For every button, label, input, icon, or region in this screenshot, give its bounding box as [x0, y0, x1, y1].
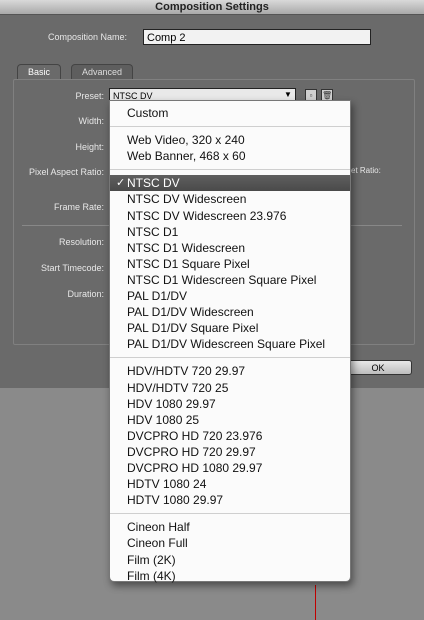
menu-item[interactable]: PAL D1/DV Square Pixel [110, 320, 350, 336]
tab-basic[interactable]: Basic [17, 64, 62, 80]
window-title: Composition Settings [0, 0, 424, 15]
menu-item-label: DVCPRO HD 720 29.97 [127, 444, 256, 459]
menu-item[interactable]: HDTV 1080 29.97 [110, 492, 350, 508]
menu-item[interactable]: NTSC D1 Square Pixel [110, 256, 350, 272]
height-label: Height: [75, 142, 104, 152]
menu-separator [110, 168, 350, 170]
menu-item[interactable]: HDV 1080 25 [110, 412, 350, 428]
menu-item[interactable]: Film (2K) [110, 552, 350, 568]
menu-item[interactable]: Web Video, 320 x 240 [110, 132, 350, 148]
menu-item-label: NTSC DV [127, 176, 180, 191]
menu-item-label: HDV/HDTV 720 29.97 [127, 364, 246, 379]
menu-item-label: NTSC DV Widescreen 23.976 [127, 208, 287, 223]
start-timecode-label: Start Timecode: [40, 263, 104, 273]
pixel-aspect-ratio-label: Pixel Aspect Ratio: [28, 167, 104, 177]
preset-label: Preset: [75, 91, 104, 101]
menu-item[interactable]: Cineon Full [110, 535, 350, 551]
frame-rate-label: Frame Rate: [53, 202, 104, 212]
chevron-down-icon: ▼ [284, 90, 292, 99]
menu-item[interactable]: NTSC D1 [110, 224, 350, 240]
menu-item[interactable]: NTSC DV Widescreen [110, 191, 350, 207]
menu-item[interactable]: DVCPRO HD 720 29.97 [110, 444, 350, 460]
menu-item[interactable]: PAL D1/DV [110, 288, 350, 304]
tab-advanced[interactable]: Advanced [71, 64, 134, 80]
menu-item-label: Custom [127, 106, 169, 120]
menu-item-label: DVCPRO HD 720 23.976 [127, 428, 263, 443]
width-label: Width: [78, 116, 104, 126]
menu-item[interactable]: Web Banner, 468 x 60 [110, 148, 350, 164]
menu-item[interactable]: NTSC D1 Widescreen [110, 240, 350, 256]
menu-item[interactable]: HDV/HDTV 720 25 [110, 380, 350, 396]
menu-item-label: Web Banner, 468 x 60 [127, 149, 246, 164]
checkmark-icon: ✓ [116, 177, 126, 190]
menu-item-label: NTSC D1 Widescreen [127, 240, 246, 255]
menu-item[interactable]: HDV 1080 29.97 [110, 396, 350, 412]
menu-item-label: PAL D1/DV Square Pixel [127, 321, 259, 336]
resolution-label: Resolution: [58, 237, 104, 247]
menu-item[interactable]: HDTV 1080 24 [110, 476, 350, 492]
ok-button[interactable]: OK [344, 360, 412, 375]
time-indicator-line [315, 585, 316, 620]
menu-item-label: NTSC D1 [127, 224, 179, 239]
composition-name-input[interactable]: Comp 2 [143, 29, 371, 45]
menu-separator [110, 356, 350, 358]
menu-item-label: Cineon Full [127, 536, 188, 551]
menu-item[interactable]: PAL D1/DV Widescreen Square Pixel [110, 336, 350, 352]
preset-dropdown-menu: Custom Web Video, 320 x 240 Web Banner, 46… [109, 100, 351, 584]
menu-item-label: NTSC DV Widescreen [127, 192, 247, 207]
menu-item-label: HDV 1080 29.97 [127, 396, 216, 411]
menu-item[interactable]: NTSC DV Widescreen 23.976 [110, 208, 350, 224]
menu-item-label: HDTV 1080 29.97 [127, 493, 224, 508]
menu-item-label: HDV/HDTV 720 25 [127, 380, 229, 395]
menu-item-label: PAL D1/DV Widescreen Square Pixel [127, 337, 326, 352]
menu-item-label: DVCPRO HD 1080 29.97 [127, 461, 263, 475]
menu-item-label: Cineon Half [127, 520, 190, 535]
menu-item-label: NTSC D1 Square Pixel [127, 256, 250, 271]
menu-separator [110, 125, 350, 127]
menu-item[interactable]: Film (4K) [110, 568, 350, 584]
composition-name-label: Composition Name: [48, 32, 128, 42]
menu-item[interactable]: Custom [110, 105, 350, 121]
menu-item-label: HDTV 1080 24 [127, 477, 207, 492]
menu-item-label: HDV 1080 25 [127, 412, 200, 427]
menu-item[interactable]: Cineon Half [110, 519, 350, 535]
menu-separator [110, 512, 350, 514]
menu-item[interactable]: ✓ NTSC DV [110, 175, 350, 192]
menu-item-label: Film (2K) [127, 552, 176, 567]
menu-item[interactable]: DVCPRO HD 1080 29.97 [110, 460, 350, 476]
menu-item-label: Film (4K) [127, 568, 176, 583]
partial-aspect-ratio-label: et Ratio: [351, 166, 381, 175]
menu-item-label: PAL D1/DV Widescreen [127, 305, 254, 320]
menu-item[interactable]: HDV/HDTV 720 29.97 [110, 363, 350, 379]
menu-item[interactable]: DVCPRO HD 720 23.976 [110, 428, 350, 444]
menu-item-label: Web Video, 320 x 240 [127, 133, 245, 148]
menu-item-label: NTSC D1 Widescreen Square Pixel [127, 272, 317, 287]
menu-item-label: PAL D1/DV [127, 289, 188, 303]
menu-item[interactable]: PAL D1/DV Widescreen [110, 304, 350, 320]
duration-label: Duration: [67, 289, 104, 299]
menu-item[interactable]: NTSC D1 Widescreen Square Pixel [110, 272, 350, 288]
